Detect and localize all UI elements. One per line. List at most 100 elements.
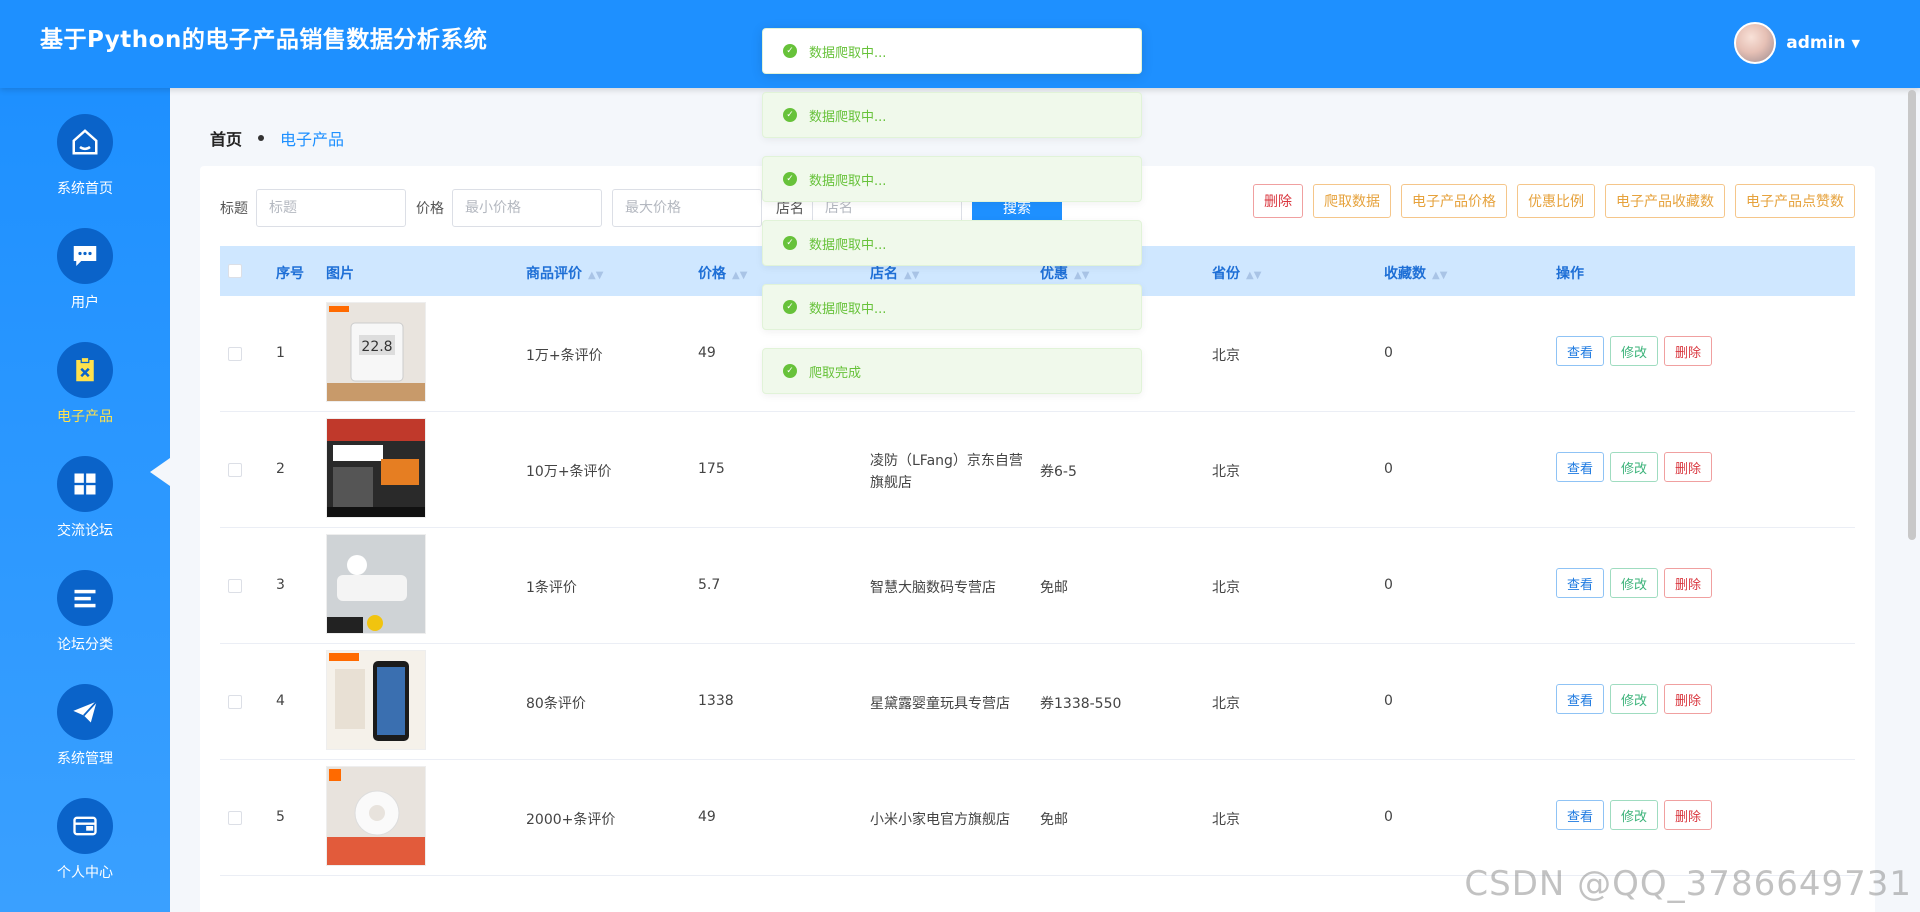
- view-button[interactable]: 查看: [1556, 800, 1605, 830]
- avatar[interactable]: [1734, 22, 1777, 64]
- sidebar-label: 系统管理: [57, 751, 113, 767]
- col-province-label: 省份: [1212, 266, 1240, 282]
- delete-button[interactable]: 删除: [1664, 336, 1713, 366]
- col-review-label: 商品评价: [526, 266, 582, 282]
- batch-delete-button[interactable]: 删除: [1253, 184, 1303, 218]
- min-price-input[interactable]: [452, 189, 602, 227]
- table-row: 3 1条评价 5.7 智慧大脑数码专营店 免邮 北京 0 查看 修改 删除: [220, 528, 1855, 644]
- sort-icon[interactable]: ▲▼: [588, 270, 603, 281]
- col-discount[interactable]: 优惠 ▲▼: [1040, 263, 1089, 283]
- notification[interactable]: ✓ 数据爬取中...: [762, 92, 1142, 138]
- favorites-chart-button[interactable]: 电子产品收藏数: [1605, 184, 1725, 218]
- col-price[interactable]: 价格 ▲▼: [698, 263, 747, 283]
- caret-down-icon[interactable]: ▼: [1852, 37, 1860, 50]
- edit-button[interactable]: 修改: [1610, 452, 1659, 482]
- edit-button[interactable]: 修改: [1610, 800, 1659, 830]
- sidebar-item-system[interactable]: 系统管理: [0, 684, 170, 794]
- active-indicator: [150, 458, 170, 486]
- notification[interactable]: ✓ 爬取完成: [762, 348, 1142, 394]
- row-actions: 查看 修改 删除: [1556, 684, 1718, 714]
- row-checkbox[interactable]: [228, 579, 242, 593]
- row-checkbox[interactable]: [228, 463, 242, 477]
- col-favorites[interactable]: 收藏数 ▲▼: [1384, 263, 1447, 283]
- row-favorites: 0: [1384, 577, 1393, 593]
- check-circle-icon: ✓: [783, 172, 797, 186]
- price-chart-button[interactable]: 电子产品价格: [1401, 184, 1507, 218]
- sidebar-item-home[interactable]: 系统首页: [0, 114, 170, 224]
- toolbar: 删除 爬取数据 电子产品价格 优惠比例 电子产品收藏数 电子产品点赞数: [1243, 184, 1855, 218]
- app-title: 基于Python的电子产品销售数据分析系统: [40, 27, 488, 53]
- check-circle-icon: ✓: [783, 108, 797, 122]
- row-review: 10万+条评价: [526, 464, 612, 480]
- likes-chart-button[interactable]: 电子产品点赞数: [1735, 184, 1855, 218]
- product-image[interactable]: [326, 650, 426, 750]
- col-actions: 操作: [1556, 266, 1584, 282]
- view-button[interactable]: 查看: [1556, 568, 1605, 598]
- sidebar-item-user[interactable]: 用户: [0, 228, 170, 338]
- sidebar-item-profile[interactable]: 个人中心: [0, 798, 170, 908]
- notification-text: 数据爬取中...: [809, 237, 887, 253]
- sidebar-label: 个人中心: [57, 865, 113, 881]
- delete-button[interactable]: 删除: [1664, 452, 1713, 482]
- view-button[interactable]: 查看: [1556, 336, 1605, 366]
- row-province: 北京: [1212, 812, 1240, 828]
- row-no: 3: [276, 577, 285, 593]
- delete-button[interactable]: 删除: [1664, 800, 1713, 830]
- row-price: 175: [698, 461, 725, 477]
- delete-button[interactable]: 删除: [1664, 684, 1713, 714]
- sidebar-item-forum-category[interactable]: 论坛分类: [0, 570, 170, 680]
- col-shop[interactable]: 店名 ▲▼: [870, 263, 919, 283]
- notification-text: 数据爬取中...: [809, 301, 887, 317]
- username[interactable]: admin: [1786, 33, 1845, 53]
- notification[interactable]: ✓ 数据爬取中...: [762, 284, 1142, 330]
- col-province[interactable]: 省份 ▲▼: [1212, 263, 1261, 283]
- crawl-data-button[interactable]: 爬取数据: [1313, 184, 1391, 218]
- list-icon: [57, 570, 113, 626]
- table-row: 5 2000+条评价 49 小米小家电官方旗舰店 免邮 北京 0 查看 修改 删除: [220, 760, 1855, 876]
- grid-icon: [57, 456, 113, 512]
- max-price-input[interactable]: [612, 189, 762, 227]
- breadcrumb-home[interactable]: 首页: [210, 126, 242, 150]
- sort-icon[interactable]: ▲▼: [1246, 270, 1261, 281]
- notification[interactable]: ✓ 数据爬取中...: [762, 156, 1142, 202]
- delete-button[interactable]: 删除: [1664, 568, 1713, 598]
- edit-button[interactable]: 修改: [1610, 684, 1659, 714]
- watermark: CSDN @QQ_3786649731: [1464, 864, 1912, 904]
- sidebar-label: 用户: [71, 295, 99, 311]
- sort-icon[interactable]: ▲▼: [1074, 270, 1089, 281]
- product-image[interactable]: 22.8: [326, 302, 426, 402]
- chat-icon: [57, 228, 113, 284]
- view-button[interactable]: 查看: [1556, 452, 1605, 482]
- row-price: 49: [698, 345, 716, 361]
- col-review[interactable]: 商品评价 ▲▼: [526, 263, 603, 283]
- notification[interactable]: ✓ 数据爬取中...: [762, 220, 1142, 266]
- sidebar-item-electronics[interactable]: 电子产品: [0, 342, 170, 452]
- edit-button[interactable]: 修改: [1610, 568, 1659, 598]
- product-image[interactable]: [326, 418, 426, 518]
- row-review: 1条评价: [526, 580, 577, 596]
- product-table: 序号 图片 商品评价 ▲▼ 价格 ▲▼ 店名 ▲▼ 优惠 ▲▼ 省份 ▲▼ 收藏数 ▲▼ 操…: [220, 246, 1855, 876]
- notification[interactable]: ✓ 数据爬取中...: [762, 28, 1142, 74]
- row-checkbox[interactable]: [228, 811, 242, 825]
- page-scrollbar[interactable]: [1908, 90, 1916, 540]
- product-image[interactable]: [326, 534, 426, 634]
- sidebar-item-forum[interactable]: 交流论坛: [0, 456, 170, 566]
- row-checkbox[interactable]: [228, 347, 242, 361]
- title-input[interactable]: [256, 189, 406, 227]
- row-review: 2000+条评价: [526, 812, 616, 828]
- user-menu[interactable]: admin ▼: [1734, 22, 1860, 64]
- sort-icon[interactable]: ▲▼: [732, 270, 747, 281]
- home-icon: [57, 114, 113, 170]
- product-image[interactable]: [326, 766, 426, 866]
- select-all-checkbox[interactable]: [228, 264, 242, 278]
- edit-button[interactable]: 修改: [1610, 336, 1659, 366]
- price-label: 价格: [416, 201, 444, 217]
- row-checkbox[interactable]: [228, 695, 242, 709]
- discount-ratio-button[interactable]: 优惠比例: [1517, 184, 1595, 218]
- sidebar-label: 系统首页: [57, 181, 113, 197]
- sort-icon[interactable]: ▲▼: [904, 270, 919, 281]
- sidebar-label: 交流论坛: [57, 523, 113, 539]
- view-button[interactable]: 查看: [1556, 684, 1605, 714]
- row-province: 北京: [1212, 464, 1240, 480]
- sort-icon[interactable]: ▲▼: [1432, 270, 1447, 281]
